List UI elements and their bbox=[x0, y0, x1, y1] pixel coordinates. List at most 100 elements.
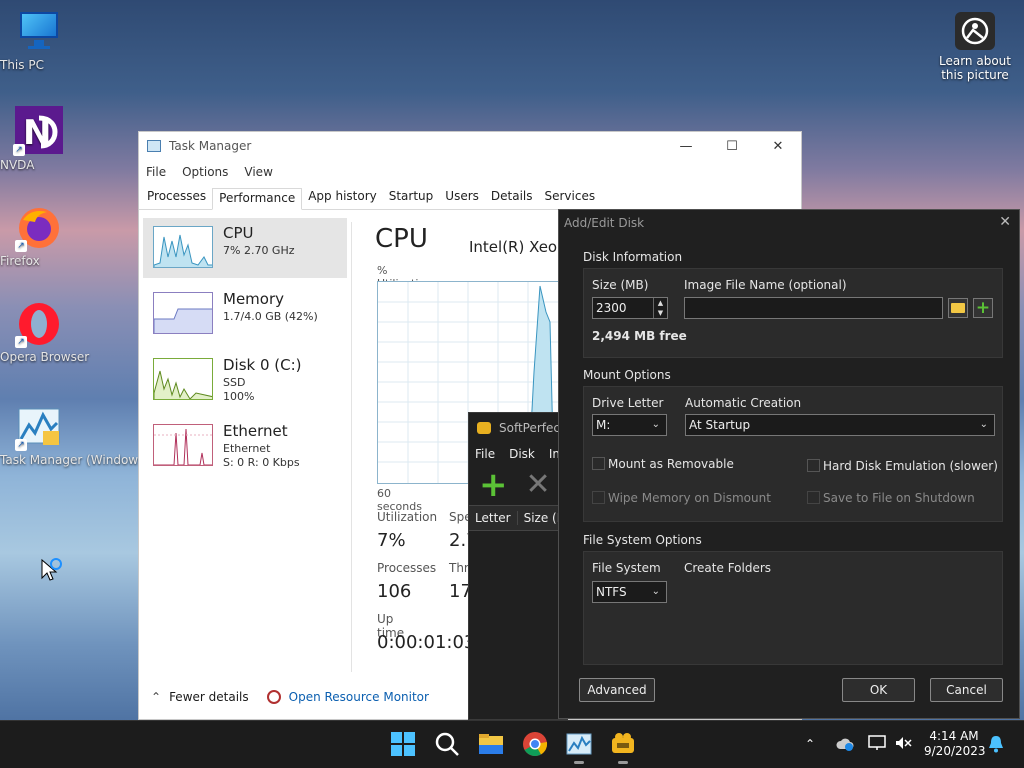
image-file-label: Image File Name (optional) bbox=[684, 278, 847, 292]
fewer-details-link[interactable]: Fewer details bbox=[169, 690, 249, 704]
task-manager-app-icon bbox=[147, 140, 161, 152]
opera-icon: ↗ bbox=[15, 302, 61, 348]
clock-date: 9/20/2023 bbox=[924, 744, 986, 758]
softperfect-taskbar-icon[interactable] bbox=[610, 731, 636, 764]
cpu-model: Intel(R) Xeon bbox=[469, 238, 567, 256]
tab-processes[interactable]: Processes bbox=[141, 187, 212, 209]
notification-bell-icon[interactable] bbox=[988, 735, 1004, 756]
group-file-system-options: File System Options bbox=[583, 533, 702, 547]
maximize-button[interactable]: ☐ bbox=[709, 132, 755, 160]
chevron-down-icon: ⌄ bbox=[651, 586, 660, 597]
task-manager-icon: ↗ bbox=[15, 405, 61, 451]
menu-bar: File Disk Ima bbox=[469, 443, 567, 465]
tab-details[interactable]: Details bbox=[485, 187, 539, 209]
automatic-creation-select[interactable]: At Startup ⌄ bbox=[685, 414, 995, 436]
hdd-emulation-label: Hard Disk Emulation (slower) bbox=[823, 459, 998, 473]
wipe-memory-checkbox[interactable] bbox=[592, 491, 605, 504]
mount-removable-checkbox[interactable] bbox=[592, 457, 605, 470]
menu-file[interactable]: File bbox=[146, 165, 166, 179]
drive-letter-select[interactable]: M: ⌄ bbox=[592, 414, 667, 436]
chevron-down-icon: ⌄ bbox=[979, 419, 988, 430]
tab-app-history[interactable]: App history bbox=[302, 187, 383, 209]
advanced-button[interactable]: Advanced bbox=[579, 678, 655, 702]
desktop-icon-firefox[interactable]: ↗ Firefox bbox=[0, 206, 78, 268]
title-bar: SoftPerfect bbox=[469, 413, 567, 443]
folder-icon[interactable] bbox=[948, 298, 968, 318]
file-explorer-icon[interactable] bbox=[478, 731, 504, 757]
automatic-creation-value: At Startup bbox=[689, 418, 751, 432]
shortcut-arrow-icon: ↗ bbox=[15, 439, 27, 451]
window-title: Task Manager bbox=[169, 139, 252, 153]
menu-view[interactable]: View bbox=[244, 165, 272, 179]
desktop-icon-opera[interactable]: ↗ Opera Browser bbox=[0, 302, 89, 364]
perf-item-detail: S: 0 R: 0 Kbps bbox=[223, 456, 300, 469]
tab-performance[interactable]: Performance bbox=[212, 188, 303, 210]
show-hidden-icons-chevron-icon[interactable]: ⌃ bbox=[805, 737, 815, 751]
disk-thumbnail-graph bbox=[153, 358, 213, 400]
start-icon[interactable] bbox=[390, 731, 416, 757]
group-disk-information: Disk Information bbox=[583, 250, 683, 264]
camera-icon bbox=[955, 12, 995, 50]
menu-options[interactable]: Options bbox=[182, 165, 228, 179]
tab-startup[interactable]: Startup bbox=[383, 187, 440, 209]
open-resource-monitor-link[interactable]: Open Resource Monitor bbox=[289, 690, 429, 704]
tab-services[interactable]: Services bbox=[539, 187, 602, 209]
chrome-icon[interactable] bbox=[522, 731, 548, 757]
perf-item-name: CPU bbox=[223, 224, 254, 242]
perf-item-name: Disk 0 (C:) bbox=[223, 356, 302, 374]
panel-title: CPU bbox=[375, 224, 428, 254]
size-label: Size (MB) bbox=[592, 278, 649, 292]
stat-utilization-label: Utilization bbox=[377, 510, 438, 524]
dialog-title: Add/Edit Disk bbox=[564, 216, 645, 230]
drive-letter-label: Drive Letter bbox=[592, 396, 664, 410]
perf-item-cpu[interactable]: CPU 7% 2.70 GHz bbox=[143, 218, 347, 278]
desktop-icon-task-manager[interactable]: ↗ Task Manager (Windows 1... bbox=[0, 405, 167, 467]
clock-time: 4:14 AM bbox=[929, 729, 979, 743]
file-system-label: File System bbox=[592, 561, 661, 575]
menu-file[interactable]: File bbox=[475, 447, 495, 461]
tab-users[interactable]: Users bbox=[439, 187, 485, 209]
volume-muted-icon[interactable] bbox=[894, 735, 912, 754]
shortcut-arrow-icon: ↗ bbox=[15, 240, 27, 252]
onedrive-icon[interactable] bbox=[836, 737, 854, 754]
search-icon[interactable] bbox=[434, 731, 460, 757]
perf-item-name: Memory bbox=[223, 290, 285, 308]
file-system-select[interactable]: NTFS ⌄ bbox=[592, 581, 667, 603]
size-spinner[interactable]: ▲ ▼ bbox=[653, 298, 667, 318]
ok-button[interactable]: OK bbox=[842, 678, 915, 702]
shortcut-arrow-icon: ↗ bbox=[13, 144, 25, 156]
cancel-button[interactable]: Cancel bbox=[930, 678, 1003, 702]
add-disk-icon[interactable]: + bbox=[479, 468, 508, 502]
close-icon[interactable]: ✕ bbox=[999, 214, 1011, 230]
desktop-icon-this-pc[interactable]: This PC bbox=[0, 10, 78, 72]
save-to-file-checkbox[interactable] bbox=[807, 491, 820, 504]
shortcut-arrow-icon: ↗ bbox=[15, 336, 27, 348]
nvda-icon: N ↗ bbox=[13, 106, 63, 156]
close-button[interactable]: ✕ bbox=[755, 132, 801, 160]
perf-item-ethernet[interactable]: Ethernet Ethernet S: 0 R: 0 Kbps bbox=[143, 416, 347, 476]
column-letter[interactable]: Letter bbox=[469, 511, 518, 525]
taskbar: ⌃ 4:14 AM 9/20/2023 bbox=[0, 720, 1024, 768]
desktop-icon-label: This PC bbox=[0, 58, 44, 72]
menu-disk[interactable]: Disk bbox=[509, 447, 535, 461]
perf-item-disk[interactable]: Disk 0 (C:) SSD 100% bbox=[143, 350, 347, 410]
desktop-icon-label: Opera Browser bbox=[0, 350, 90, 364]
file-system-value: NTFS bbox=[596, 585, 627, 599]
network-icon[interactable] bbox=[868, 735, 886, 754]
remove-disk-icon[interactable]: ✕ bbox=[526, 470, 551, 500]
clock[interactable]: 4:14 AM 9/20/2023 bbox=[924, 729, 986, 759]
ethernet-thumbnail-graph bbox=[153, 424, 213, 466]
learn-about-picture[interactable]: Learn about this picture bbox=[934, 12, 1016, 82]
drive-letter-value: M: bbox=[596, 418, 611, 432]
hdd-emulation-checkbox[interactable] bbox=[807, 459, 820, 472]
stat-processes-label: Processes bbox=[377, 561, 437, 575]
chevron-up-icon[interactable]: ⌃ bbox=[151, 690, 161, 704]
perf-item-memory[interactable]: Memory 1.7/4.0 GB (42%) bbox=[143, 284, 347, 344]
minimize-button[interactable]: — bbox=[663, 132, 709, 160]
image-file-input[interactable] bbox=[684, 297, 943, 319]
toolbar: + ✕ bbox=[469, 465, 567, 505]
disk-list-header: Letter Size (M bbox=[469, 505, 567, 531]
add-icon[interactable]: + bbox=[973, 298, 993, 318]
task-manager-taskbar-icon[interactable] bbox=[566, 731, 592, 764]
desktop-icon-nvda[interactable]: N ↗ NVDA bbox=[0, 106, 78, 172]
